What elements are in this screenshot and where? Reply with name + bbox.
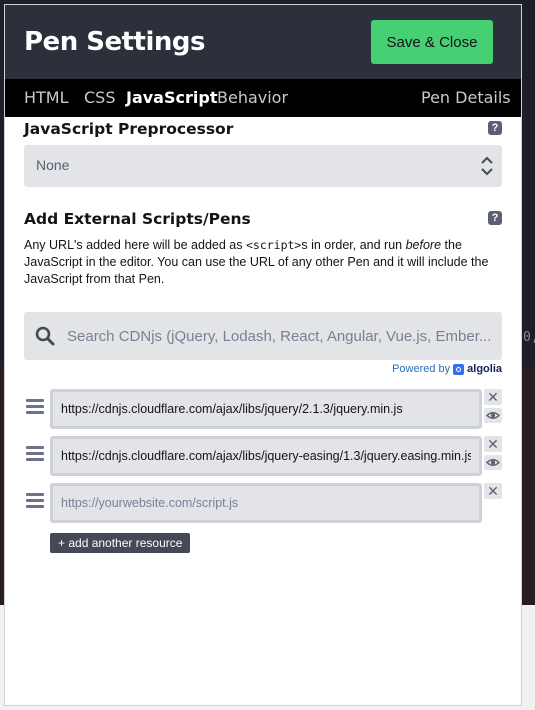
settings-tabs: HTML CSS JavaScript Behavior Pen Details — [5, 79, 521, 117]
resource-url-input[interactable] — [50, 389, 482, 429]
tab-behavior[interactable]: Behavior — [217, 88, 288, 107]
modal-title: Pen Settings — [24, 27, 205, 57]
external-description: Any URL's added here will be added as <s… — [24, 238, 489, 286]
preprocessor-section-head: JavaScript Preprocessor ? — [24, 117, 502, 141]
resource-row: ✕ — [24, 389, 502, 429]
script-tag-code: <script> — [245, 238, 302, 252]
external-section-head: Add External Scripts/Pens ? — [24, 207, 502, 231]
preprocessor-selected-value: None — [36, 157, 70, 173]
preprocessor-heading: JavaScript Preprocessor — [24, 120, 234, 138]
resource-url-input[interactable] — [50, 483, 482, 523]
drag-handle-icon[interactable] — [26, 399, 44, 415]
tab-pen-details[interactable]: Pen Details — [421, 88, 511, 107]
algolia-logo-icon — [453, 363, 465, 375]
resource-url-input[interactable] — [50, 436, 482, 476]
remove-resource-close-icon[interactable]: ✕ — [484, 483, 502, 499]
background-code-fragment: 0, — [523, 330, 535, 345]
external-help-icon[interactable]: ? — [488, 211, 502, 225]
save-close-button[interactable]: Save & Close — [371, 20, 493, 64]
drag-handle-icon[interactable] — [26, 446, 44, 462]
add-resource-button[interactable]: + add another resource — [50, 533, 191, 553]
modal-header: Pen Settings Save & Close — [5, 5, 521, 79]
preprocessor-help-icon[interactable]: ? — [488, 121, 502, 135]
powered-by-algolia[interactable]: Powered by algolia — [392, 362, 502, 376]
remove-resource-close-icon[interactable]: ✕ — [484, 389, 502, 405]
view-resource-eye-icon[interactable] — [484, 455, 502, 470]
tab-html[interactable]: HTML — [24, 88, 69, 107]
select-arrows-icon — [481, 156, 493, 176]
search-icon — [35, 326, 55, 346]
remove-resource-close-icon[interactable]: ✕ — [484, 436, 502, 452]
algolia-wordmark: algolia — [467, 363, 502, 375]
resource-row: ✕ — [24, 483, 502, 523]
resource-row: ✕ — [24, 436, 502, 476]
preprocessor-select[interactable]: None — [24, 145, 502, 187]
powered-by-label: Powered by — [392, 363, 451, 375]
drag-handle-icon[interactable] — [26, 493, 44, 509]
cdnjs-search — [24, 312, 502, 360]
external-heading: Add External Scripts/Pens — [24, 210, 251, 228]
pen-settings-modal: Pen Settings Save & Close HTML CSS JavaS… — [4, 4, 522, 706]
cdnjs-search-input[interactable] — [67, 312, 492, 360]
settings-content: JavaScript Preprocessor ? None Add Exter… — [24, 117, 502, 553]
tab-javascript[interactable]: JavaScript — [126, 88, 217, 107]
tab-css[interactable]: CSS — [84, 88, 115, 107]
view-resource-eye-icon[interactable] — [484, 408, 502, 423]
